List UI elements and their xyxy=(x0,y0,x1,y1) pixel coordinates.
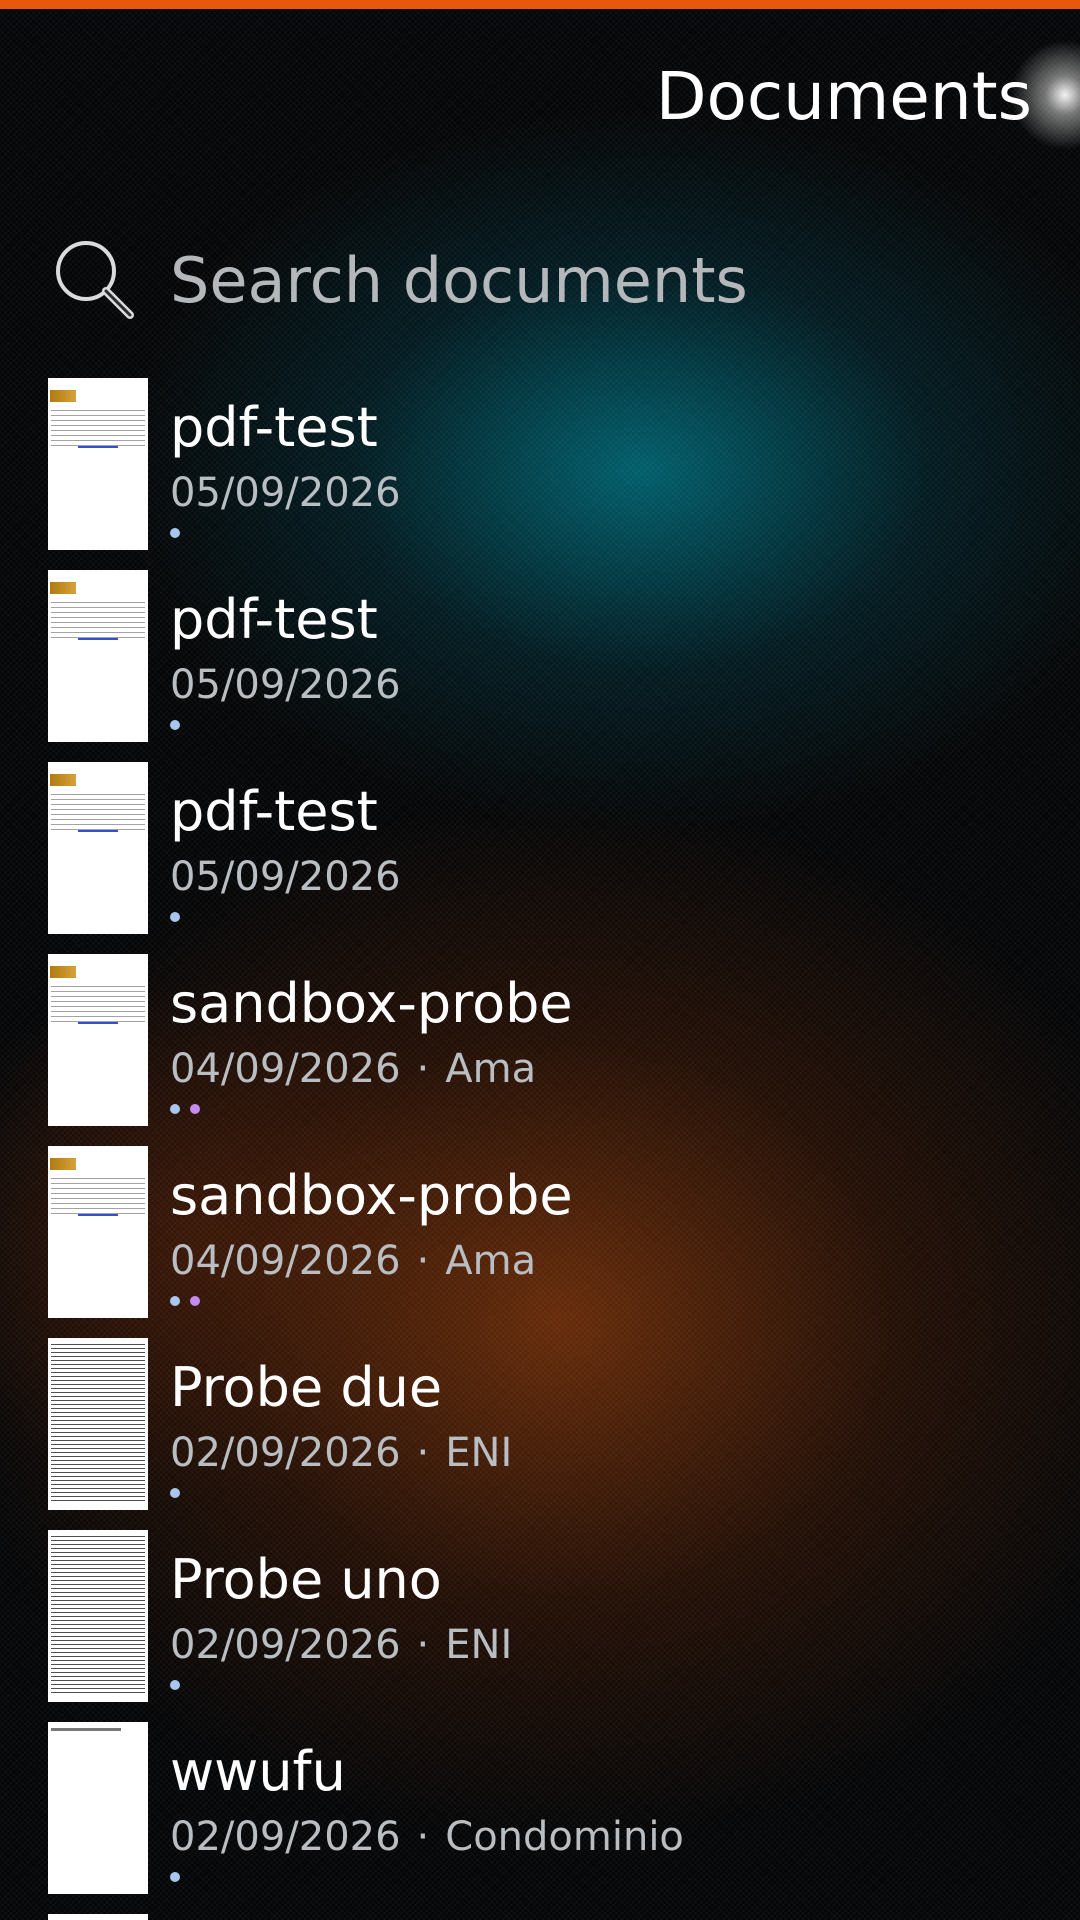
document-list-item[interactable]: pdf-test 05/09/2026 xyxy=(0,570,1080,762)
document-status-dots xyxy=(170,1872,180,1882)
status-dot xyxy=(170,1104,180,1114)
document-date: 04/09/2026 xyxy=(170,1046,401,1092)
search-input[interactable] xyxy=(170,243,990,317)
document-thumbnail xyxy=(48,1530,148,1702)
document-date: 02/09/2026 xyxy=(170,1814,401,1860)
status-dot xyxy=(170,528,180,538)
meta-separator: · xyxy=(416,1814,430,1860)
document-status-dots xyxy=(170,720,180,730)
document-meta: 04/09/2026 · Ama xyxy=(170,1046,536,1092)
document-list-item[interactable]: Probe uno 02/09/2026 · ENI xyxy=(0,1530,1080,1722)
document-date: 05/09/2026 xyxy=(170,470,401,516)
document-status-dots xyxy=(170,1488,180,1498)
document-title: Probe due xyxy=(170,1356,443,1419)
status-dot xyxy=(170,1872,180,1882)
document-date: 05/09/2026 xyxy=(170,662,401,708)
document-tag: ENI xyxy=(445,1430,513,1476)
meta-separator: · xyxy=(416,1238,430,1284)
meta-separator: · xyxy=(416,1622,430,1668)
documents-screen: Documents pdf-test 05/09/2026 pdf-test 05/0… xyxy=(0,0,1080,1920)
document-list-item[interactable]: pdf-test 05/09/2026 xyxy=(0,762,1080,954)
document-status-dots xyxy=(170,912,180,922)
document-meta: 05/09/2026 xyxy=(170,662,401,708)
document-list: pdf-test 05/09/2026 pdf-test 05/09/2026 pdf-… xyxy=(0,378,1080,1914)
document-list-item[interactable]: sandbox-probe 04/09/2026 · Ama xyxy=(0,954,1080,1146)
document-list-item[interactable]: Probe due 02/09/2026 · ENI xyxy=(0,1338,1080,1530)
document-thumbnail xyxy=(48,1146,148,1318)
status-dot xyxy=(190,1104,200,1114)
document-list-item[interactable]: sandbox-probe 04/09/2026 · Ama xyxy=(0,1146,1080,1338)
document-date: 04/09/2026 xyxy=(170,1238,401,1284)
document-title: pdf-test xyxy=(170,588,378,651)
document-tag: Ama xyxy=(445,1046,537,1092)
status-dot xyxy=(170,912,180,922)
document-status-dots xyxy=(170,1104,200,1114)
document-status-dots xyxy=(170,1296,200,1306)
status-dot xyxy=(170,1296,180,1306)
document-thumbnail xyxy=(48,1722,148,1894)
document-title: pdf-test xyxy=(170,780,378,843)
document-title: pdf-test xyxy=(170,396,378,459)
search-icon xyxy=(56,241,134,319)
document-meta: 04/09/2026 · Ama xyxy=(170,1238,536,1284)
document-meta: 02/09/2026 · Condominio xyxy=(170,1814,684,1860)
meta-separator: · xyxy=(416,1430,430,1476)
document-thumbnail xyxy=(48,762,148,934)
document-list-item[interactable]: wwufu 02/09/2026 · Condominio xyxy=(0,1722,1080,1914)
document-title: wwufu xyxy=(170,1740,346,1803)
document-thumbnail-partial xyxy=(48,1914,148,1920)
document-status-dots xyxy=(170,528,180,538)
document-meta: 05/09/2026 xyxy=(170,854,401,900)
document-meta: 02/09/2026 · ENI xyxy=(170,1622,512,1668)
document-date: 02/09/2026 xyxy=(170,1622,401,1668)
document-date: 05/09/2026 xyxy=(170,854,401,900)
document-thumbnail xyxy=(48,1338,148,1510)
document-title: sandbox-probe xyxy=(170,1164,573,1227)
page-title: Documents xyxy=(655,58,1032,135)
document-list-item[interactable]: pdf-test 05/09/2026 xyxy=(0,378,1080,570)
document-meta: 02/09/2026 · ENI xyxy=(170,1430,512,1476)
document-thumbnail xyxy=(48,570,148,742)
status-dot xyxy=(170,1680,180,1690)
status-dot xyxy=(190,1296,200,1306)
document-tag: Condominio xyxy=(445,1814,684,1860)
search-bar[interactable] xyxy=(50,225,1030,335)
document-thumbnail xyxy=(48,378,148,550)
document-title: Probe uno xyxy=(170,1548,442,1611)
document-tag: Ama xyxy=(445,1238,537,1284)
document-date: 02/09/2026 xyxy=(170,1430,401,1476)
top-accent-bar xyxy=(0,0,1080,9)
meta-separator: · xyxy=(416,1046,430,1092)
document-thumbnail xyxy=(48,954,148,1126)
document-tag: ENI xyxy=(445,1622,513,1668)
document-meta: 05/09/2026 xyxy=(170,470,401,516)
status-dot xyxy=(170,1488,180,1498)
document-status-dots xyxy=(170,1680,180,1690)
document-title: sandbox-probe xyxy=(170,972,573,1035)
status-dot xyxy=(170,720,180,730)
